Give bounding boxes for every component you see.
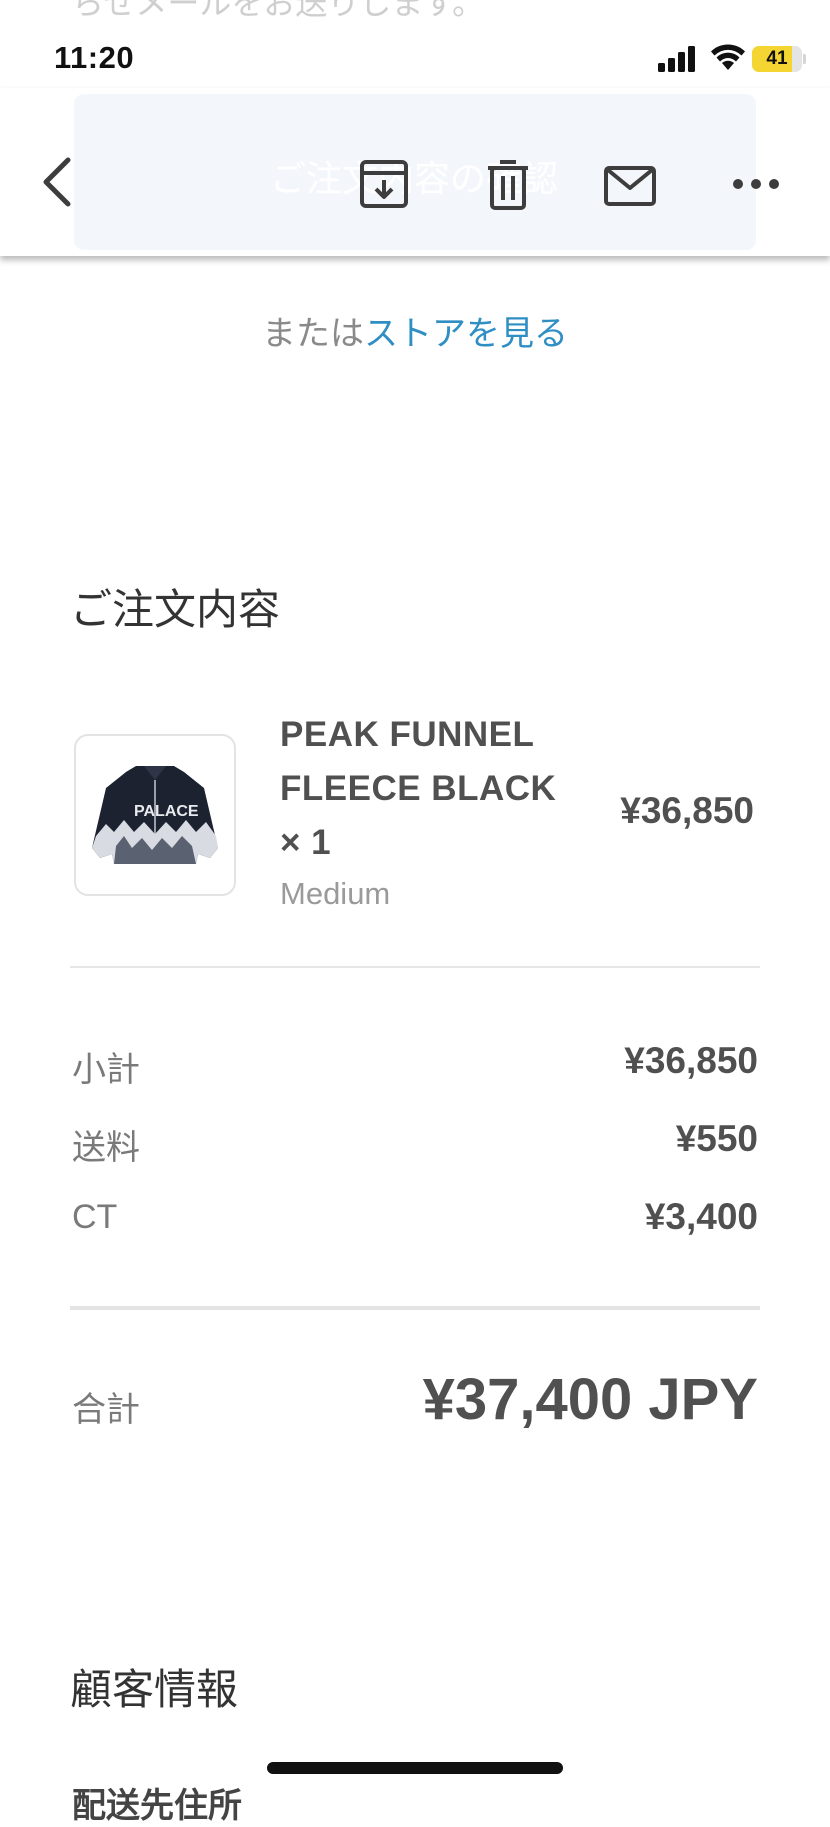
cellular-signal-icon xyxy=(658,46,695,72)
product-variant: Medium xyxy=(280,876,391,911)
jacket-print-text: PALACE xyxy=(134,803,199,820)
wifi-icon xyxy=(711,44,745,70)
item-divider xyxy=(70,966,760,968)
subtotal-label: 小計 xyxy=(72,1051,140,1089)
product-image: PALACE xyxy=(74,734,236,896)
battery-cap xyxy=(803,54,806,64)
store-prefix: または xyxy=(262,314,364,354)
shipping-value: ¥550 xyxy=(675,1118,758,1159)
tax-label: CT xyxy=(72,1198,118,1236)
tax-value: ¥3,400 xyxy=(644,1196,758,1237)
archive-icon[interactable] xyxy=(356,156,412,212)
total-value: ¥37,400 JPY xyxy=(422,1367,758,1432)
summary-divider xyxy=(70,1306,760,1310)
background-email-text: らせメールをお送りします。 xyxy=(72,0,485,22)
battery-indicator: 41 xyxy=(752,46,802,72)
order-section-title: ご注文内容 xyxy=(70,585,281,634)
more-options-icon[interactable] xyxy=(728,158,784,210)
shipping-label: 送料 xyxy=(72,1129,140,1167)
view-store-link[interactable]: ストアを見る xyxy=(364,314,568,354)
product-name: PEAK FUNNEL FLEECE BLACK × 1 xyxy=(280,715,557,862)
battery-percent: 41 xyxy=(766,48,788,69)
customer-section-title: 顧客情報 xyxy=(70,1665,239,1714)
back-button[interactable] xyxy=(34,152,80,212)
total-label: 合計 xyxy=(72,1391,140,1429)
email-toolbar: ご注文内容の確認 xyxy=(0,88,830,256)
fleece-jacket-image: PALACE xyxy=(92,766,218,864)
home-indicator[interactable] xyxy=(267,1762,563,1774)
shipping-address-heading: 配送先住所 xyxy=(72,1786,242,1826)
product-price: ¥36,850 xyxy=(620,790,754,831)
trash-icon[interactable] xyxy=(480,156,536,212)
subtotal-value: ¥36,850 xyxy=(624,1040,758,1081)
store-link-line: またはストアを見る xyxy=(0,306,830,355)
mail-icon[interactable] xyxy=(602,158,658,214)
status-time: 11:20 xyxy=(54,40,135,75)
